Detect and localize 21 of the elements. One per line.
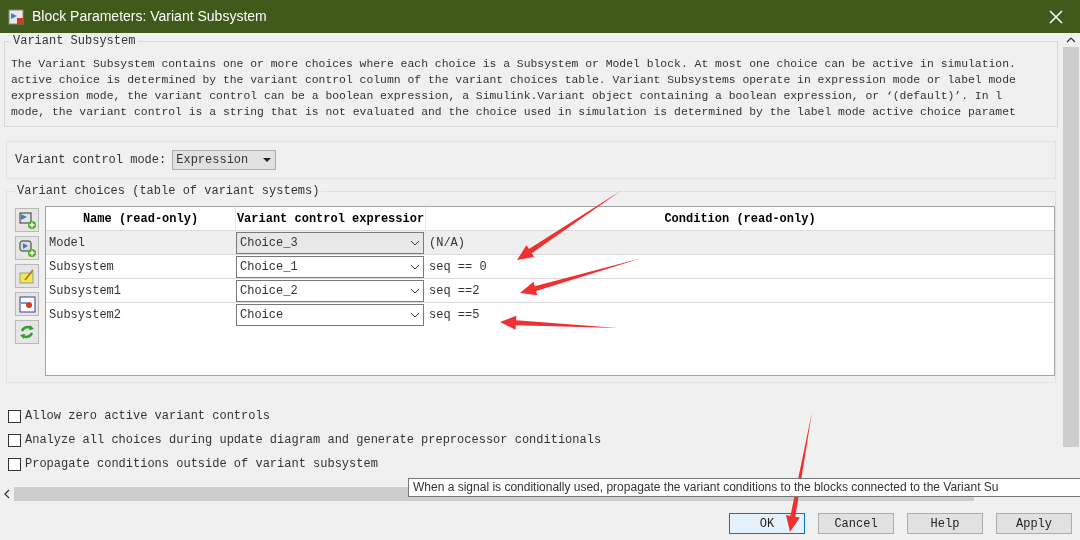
description-line: mode, the variant control is a string that is not evaluated and the choice used in simulation is determined by the label mode active choice paramet — [11, 105, 1017, 120]
checkbox-label: Analyze all choices during update diagram and generate preprocessor conditionals — [25, 432, 602, 449]
description-line: expression mode, the variant control can be a boolean expression, a Simulink.Variant object containing a boolean expression, or ‘(default)’. In l — [11, 89, 1004, 104]
checkbox-label: Propagate conditions outside of variant subsystem — [25, 456, 378, 473]
tooltip: When a signal is conditionally used, propagate the variant conditions to the blocks connected to the Variant Su — [408, 478, 1080, 497]
table-cell-text: seq == 0 — [429, 258, 487, 276]
section-title: Variant Subsystem — [10, 33, 139, 49]
table-cell-text: Subsystem1 — [48, 282, 122, 300]
group-title: Variant choices (table of variant systems) — [15, 183, 322, 199]
column-header: Condition (read-only) — [663, 210, 817, 228]
table-cell-text: (N/A) — [429, 234, 465, 252]
table-cell-text: seq ==5 — [429, 306, 480, 324]
description-line: The Variant Subsystem contains one or more choices where each choice is a Subsystem or Model block. At most one choice can be active in simulation. — [11, 57, 1017, 72]
description-line: active choice is determined by the variant control column of the variant choices table. Variant Subsystems operate in expression mode or label mode — [11, 73, 1017, 88]
table-cell-text: Subsystem — [48, 258, 115, 276]
table-cell-text: seq ==2 — [429, 282, 480, 300]
table-cell-text: Model — [48, 234, 86, 252]
field-label: Variant control mode: — [15, 152, 167, 169]
window-title: Block Parameters: Variant Subsystem — [32, 7, 267, 26]
table-cell-text: Subsystem2 — [48, 306, 122, 324]
checkbox-label: Allow zero active variant controls — [25, 408, 270, 425]
